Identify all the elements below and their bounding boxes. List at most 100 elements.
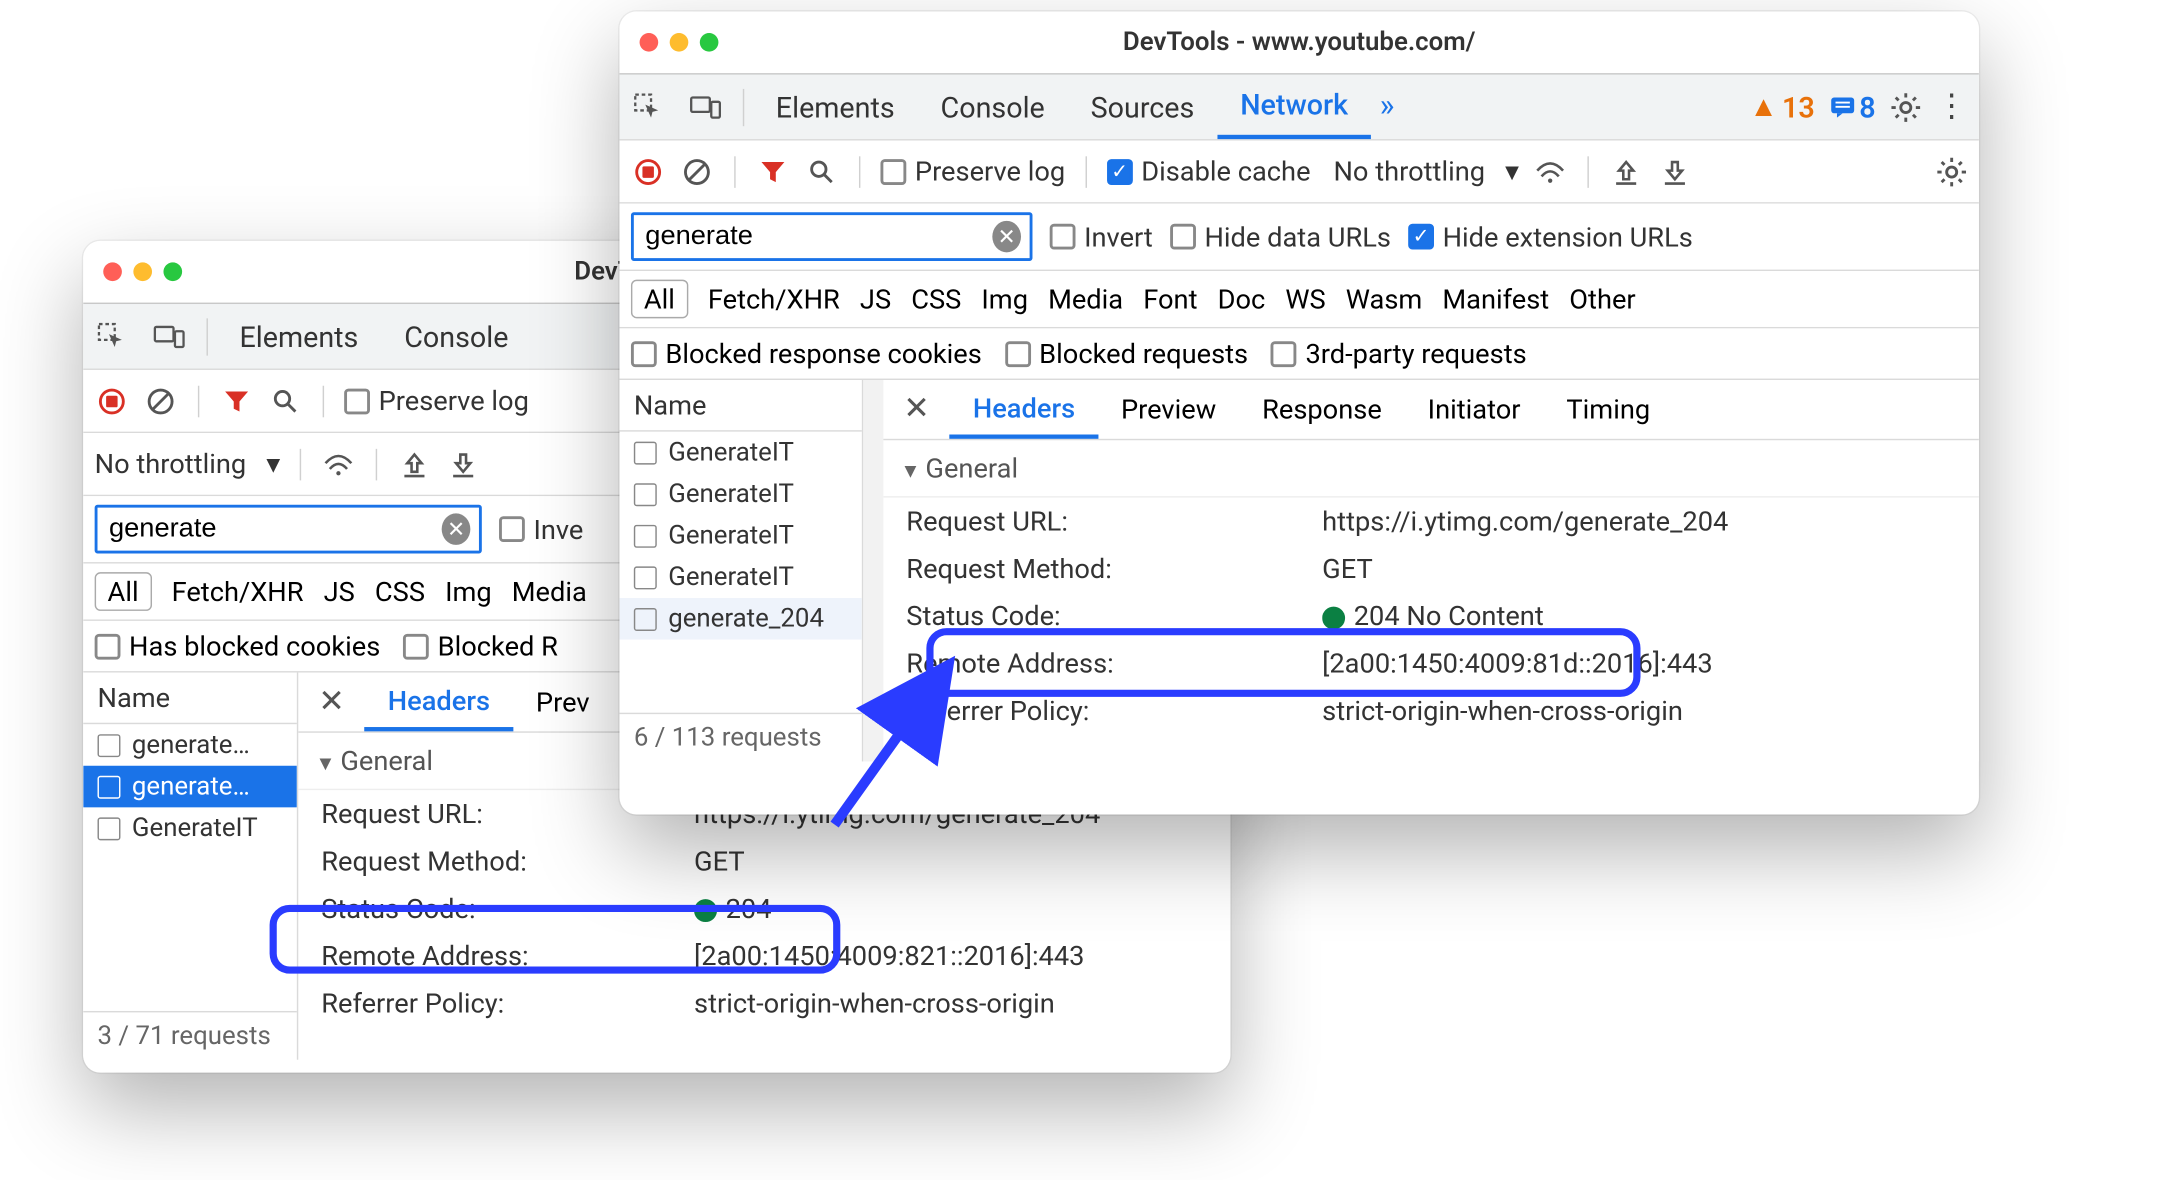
request-row[interactable]: generate… [83, 766, 297, 808]
filter-js[interactable]: JS [860, 282, 891, 315]
tab-console[interactable]: Console [918, 75, 1068, 140]
filter-input-wrap[interactable]: ✕ [95, 505, 482, 554]
filter-input[interactable] [106, 512, 436, 546]
filter-img[interactable]: Img [981, 282, 1028, 315]
kv-key: Status Code: [321, 892, 694, 925]
hide-data-urls-checkbox[interactable]: Hide data URLs [1170, 220, 1391, 253]
upload-icon[interactable] [398, 447, 432, 481]
filter-other[interactable]: Other [1569, 282, 1635, 315]
network-conditions-icon[interactable] [1533, 154, 1567, 188]
kv-value: https://i.ytimg.com/generate_204 [1322, 505, 1956, 538]
request-row[interactable]: generate_204 [619, 598, 861, 640]
network-settings-icon[interactable] [1936, 156, 1968, 188]
settings-icon[interactable] [1890, 91, 1922, 123]
tab-console[interactable]: Console [381, 304, 531, 369]
filter-icon[interactable] [756, 154, 790, 188]
close-dot[interactable] [640, 33, 659, 52]
search-icon[interactable] [268, 384, 302, 418]
filter-input[interactable] [642, 219, 986, 253]
search-icon[interactable] [804, 154, 838, 188]
tab-sources[interactable]: Sources [1068, 75, 1218, 140]
request-row[interactable]: generate… [83, 724, 297, 766]
third-party-checkbox[interactable]: 3rd-party requests [1271, 337, 1527, 370]
detail-tab-preview[interactable]: Prev [513, 673, 613, 732]
preserve-log-checkbox[interactable]: Preserve log [344, 384, 529, 417]
detail-tab-timing[interactable]: Timing [1543, 380, 1673, 439]
close-dot[interactable] [103, 262, 122, 281]
request-row[interactable]: GenerateIT [619, 556, 861, 598]
more-tabs-icon[interactable]: » [1371, 89, 1403, 125]
filter-media[interactable]: Media [512, 575, 587, 608]
kv-key: Status Code: [906, 599, 1322, 632]
detail-tab-preview[interactable]: Preview [1098, 380, 1239, 439]
filter-manifest[interactable]: Manifest [1442, 282, 1549, 315]
blocked-requests-checkbox[interactable]: Blocked requests [1005, 337, 1248, 370]
close-detail-icon[interactable]: ✕ [298, 684, 365, 720]
kebab-menu-icon[interactable]: ⋮ [1936, 89, 1968, 125]
close-detail-icon[interactable]: ✕ [883, 391, 950, 427]
name-column-header[interactable]: Name [83, 673, 297, 725]
filter-fetchxhr[interactable]: Fetch/XHR [708, 282, 840, 315]
has-blocked-cookies[interactable]: Has blocked cookies [95, 630, 381, 663]
minimize-dot[interactable] [133, 262, 152, 281]
clear-icon[interactable] [143, 384, 177, 418]
disable-cache-checkbox[interactable]: ✓Disable cache [1107, 155, 1311, 188]
filter-wasm[interactable]: Wasm [1346, 282, 1423, 315]
filter-icon[interactable] [219, 384, 253, 418]
filter-img[interactable]: Img [445, 575, 492, 608]
throttling-select[interactable]: No throttling ▾ [1333, 155, 1518, 188]
detail-tab-response[interactable]: Response [1239, 380, 1405, 439]
detail-tab-initiator[interactable]: Initiator [1405, 380, 1544, 439]
inspect-icon[interactable] [631, 90, 665, 124]
clear-icon[interactable] [680, 154, 714, 188]
filter-fetchxhr[interactable]: Fetch/XHR [172, 575, 304, 608]
detail-tab-headers[interactable]: Headers [365, 673, 513, 732]
filter-all[interactable]: All [95, 572, 152, 611]
zoom-dot[interactable] [163, 262, 182, 281]
minimize-dot[interactable] [670, 33, 689, 52]
blocked-cookies-checkbox[interactable]: Blocked response cookies [631, 337, 982, 370]
messages-badge[interactable]: 8 [1829, 90, 1876, 124]
network-conditions-icon[interactable] [322, 447, 356, 481]
download-icon[interactable] [446, 447, 480, 481]
filter-css[interactable]: CSS [375, 575, 425, 608]
invert-checkbox[interactable]: Invert [1050, 220, 1153, 253]
tab-elements[interactable]: Elements [753, 75, 918, 140]
filter-css[interactable]: CSS [911, 282, 961, 315]
document-icon [98, 817, 121, 840]
record-icon[interactable] [95, 384, 129, 418]
filter-doc[interactable]: Doc [1218, 282, 1266, 315]
clear-filter-icon[interactable]: ✕ [992, 221, 1021, 253]
filter-ws[interactable]: WS [1285, 282, 1325, 315]
clear-filter-icon[interactable]: ✕ [442, 513, 471, 545]
filter-media[interactable]: Media [1048, 282, 1123, 315]
invert-checkbox[interactable]: Inve [499, 513, 583, 546]
throttling-select[interactable]: No throttling ▾ [95, 447, 280, 480]
preserve-log-checkbox[interactable]: Preserve log [880, 155, 1065, 188]
inspect-icon[interactable] [95, 319, 129, 353]
filter-input-wrap[interactable]: ✕ [631, 212, 1033, 261]
detail-tab-headers[interactable]: Headers [950, 380, 1098, 439]
request-row[interactable]: GenerateIT [83, 807, 297, 849]
scrollbar[interactable] [863, 380, 883, 761]
filter-js[interactable]: JS [324, 575, 355, 608]
device-icon[interactable] [152, 319, 186, 353]
warnings-badge[interactable]: ▲ 13 [1749, 89, 1814, 125]
zoom-dot[interactable] [700, 33, 719, 52]
general-section[interactable]: General [883, 440, 1979, 497]
tab-network[interactable]: Network [1217, 75, 1371, 140]
detail-tabs: ✕ Headers Preview Response Initiator Tim… [883, 380, 1979, 440]
filter-all[interactable]: All [631, 280, 688, 319]
download-icon[interactable] [1658, 154, 1692, 188]
name-column-header[interactable]: Name [619, 380, 861, 432]
blocked-r[interactable]: Blocked R [403, 630, 558, 663]
device-icon[interactable] [688, 90, 722, 124]
filter-font[interactable]: Font [1143, 282, 1197, 315]
upload-icon[interactable] [1609, 154, 1643, 188]
request-row[interactable]: GenerateIT [619, 515, 861, 557]
record-icon[interactable] [631, 154, 665, 188]
request-row[interactable]: GenerateIT [619, 432, 861, 474]
tab-elements[interactable]: Elements [217, 304, 382, 369]
request-row[interactable]: GenerateIT [619, 473, 861, 515]
hide-ext-urls-checkbox[interactable]: ✓Hide extension URLs [1408, 220, 1693, 253]
